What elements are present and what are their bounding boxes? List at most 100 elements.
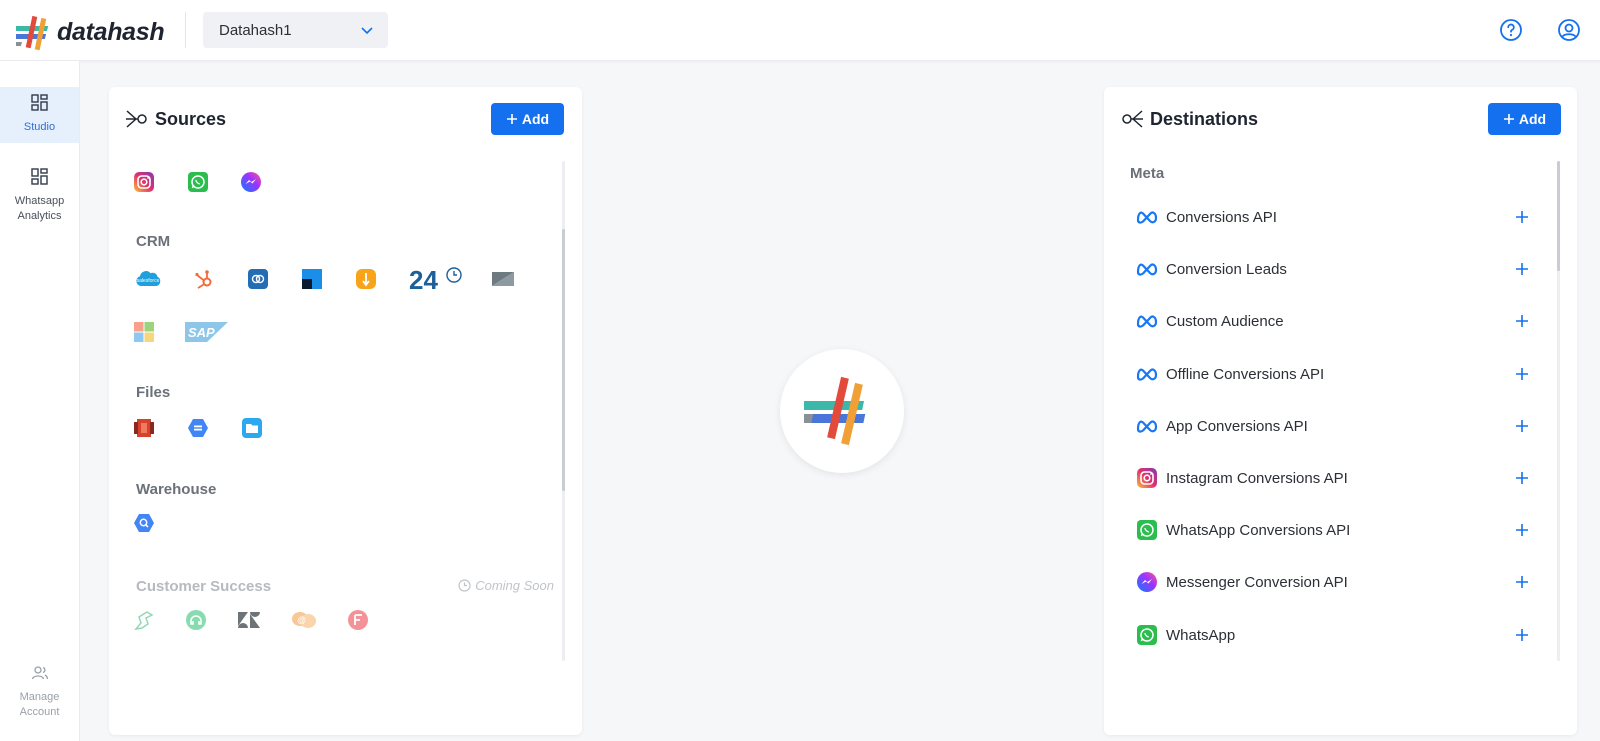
- add-source-label: Add: [521, 111, 550, 127]
- nav-manage-account-label: Manage Account: [19, 691, 60, 718]
- destination-label: Conversions API: [1166, 208, 1277, 226]
- chevron-down-icon: [361, 27, 373, 35]
- destinations-header: Destinations: [1120, 107, 1258, 131]
- add-destination-plus-icon[interactable]: [1513, 521, 1531, 539]
- files-heading: Files: [136, 384, 171, 401]
- destination-item[interactable]: Conversions API: [1136, 199, 1536, 235]
- top-header: datahash Datahash1: [0, 0, 1600, 61]
- brand-name: datahash: [57, 17, 165, 46]
- whatsapp-source-icon[interactable]: [187, 171, 209, 193]
- destination-item[interactable]: Messenger Conversion API: [1136, 564, 1536, 600]
- hubspot-icon[interactable]: [193, 268, 215, 290]
- workspace-dropdown[interactable]: Datahash1: [203, 12, 388, 48]
- brand-logo[interactable]: datahash: [16, 12, 165, 52]
- dashboard-icon: [30, 94, 48, 111]
- zoho-crm-icon[interactable]: [247, 268, 269, 290]
- nav-manage-account[interactable]: Manage Account: [0, 665, 79, 735]
- meta-icon: [1136, 258, 1158, 280]
- dashboard-icon: [30, 168, 48, 185]
- destination-label: Offline Conversions API: [1166, 365, 1325, 383]
- nav-studio[interactable]: Studio: [0, 87, 79, 143]
- sources-icon: [126, 110, 147, 128]
- add-destination-plus-icon[interactable]: [1513, 312, 1531, 330]
- destinations-icon: [1122, 110, 1143, 128]
- left-navigation: Studio Whatsapp Analytics Manage Account: [0, 61, 80, 741]
- svg-text:24: 24: [409, 265, 438, 293]
- plus-icon: [1503, 114, 1514, 124]
- destination-item[interactable]: App Conversions API: [1136, 408, 1536, 444]
- add-destination-plus-icon[interactable]: [1513, 417, 1531, 435]
- crm-heading: CRM: [136, 233, 171, 250]
- destinations-scrollbar[interactable]: [1557, 161, 1560, 661]
- add-destination-plus-icon[interactable]: [1513, 469, 1531, 487]
- meta-icon: [1136, 363, 1158, 385]
- file-storage-icon[interactable]: [241, 417, 263, 439]
- freshsales-icon[interactable]: [301, 268, 323, 290]
- helpscout-chat-icon: @: [291, 609, 317, 631]
- meta-icon: [1136, 206, 1158, 228]
- meta-icon: [1136, 415, 1158, 437]
- messenger-source-icon[interactable]: [240, 171, 262, 193]
- add-destination-button[interactable]: Add: [1488, 103, 1561, 135]
- destination-item[interactable]: WhatsApp Conversions API: [1136, 512, 1536, 548]
- instagram-source-icon[interactable]: [133, 171, 155, 193]
- destination-label: WhatsApp Conversions API: [1166, 521, 1351, 539]
- salesforce-icon[interactable]: salesforce: [133, 268, 163, 290]
- destination-item[interactable]: Instagram Conversions API: [1136, 460, 1536, 496]
- add-destination-label: Add: [1518, 111, 1547, 127]
- destination-label: Messenger Conversion API: [1166, 573, 1348, 591]
- amazon-s3-icon[interactable]: [133, 417, 155, 439]
- svg-text:@: @: [297, 615, 306, 625]
- destination-label: Custom Audience: [1166, 312, 1284, 330]
- add-destination-plus-icon[interactable]: [1513, 208, 1531, 226]
- datahash-logo-icon: [16, 15, 49, 51]
- freshdesk-icon: [185, 609, 207, 631]
- sources-scrollbar[interactable]: [562, 161, 565, 661]
- destination-label: Instagram Conversions API: [1166, 469, 1348, 487]
- destinations-scroll-thumb[interactable]: [1557, 161, 1560, 271]
- meta-icon: [1136, 310, 1158, 332]
- svg-text:salesforce: salesforce: [137, 278, 160, 284]
- pipedrive-icon[interactable]: [355, 268, 377, 290]
- destinations-title: Destinations: [1150, 108, 1259, 129]
- nav-whatsapp-analytics[interactable]: Whatsapp Analytics: [0, 162, 79, 232]
- nav-whatsapp-analytics-label: Whatsapp Analytics: [14, 195, 65, 222]
- center-datahash-badge: [780, 349, 904, 473]
- microsoft-dynamics-icon[interactable]: [133, 321, 155, 343]
- add-source-button[interactable]: Add: [491, 103, 564, 135]
- warehouse-heading: Warehouse: [136, 481, 217, 498]
- bitrix24-icon[interactable]: 24: [409, 265, 463, 293]
- destination-item[interactable]: WhatsApp: [1136, 617, 1536, 653]
- sap-icon[interactable]: SAP: [185, 321, 229, 343]
- destination-label: WhatsApp: [1166, 626, 1236, 644]
- help-icon[interactable]: [1499, 18, 1523, 42]
- clock-icon: [458, 579, 471, 592]
- zendesk-icon: [237, 609, 261, 631]
- sources-header: Sources: [125, 107, 226, 131]
- add-destination-plus-icon[interactable]: [1513, 573, 1531, 591]
- destination-item[interactable]: Custom Audience: [1136, 303, 1536, 339]
- users-icon: [31, 666, 48, 680]
- destination-label: Conversion Leads: [1166, 260, 1287, 278]
- customer-success-heading: Customer Success: [136, 578, 272, 595]
- destination-item[interactable]: Conversion Leads: [1136, 251, 1536, 287]
- bigquery-icon[interactable]: [133, 512, 155, 534]
- destination-item[interactable]: Offline Conversions API: [1136, 356, 1536, 392]
- freshchat-icon: [347, 609, 369, 631]
- whatsapp-icon: [1136, 624, 1158, 646]
- google-cloud-storage-icon[interactable]: [187, 417, 209, 439]
- zendesk-sell-icon[interactable]: [491, 268, 515, 290]
- workspace-name: Datahash1: [219, 21, 292, 39]
- instagram-icon: [1136, 467, 1158, 489]
- add-destination-plus-icon[interactable]: [1513, 260, 1531, 278]
- add-destination-plus-icon[interactable]: [1513, 626, 1531, 644]
- coming-soon-badge: Coming Soon: [458, 578, 554, 593]
- meta-group-heading: Meta: [1130, 165, 1165, 182]
- add-destination-plus-icon[interactable]: [1513, 365, 1531, 383]
- plus-icon: [506, 114, 517, 124]
- sources-scroll-thumb[interactable]: [562, 229, 565, 491]
- account-icon[interactable]: [1557, 18, 1581, 42]
- destinations-panel: Destinations Add Meta Conversions API Con…: [1104, 87, 1577, 735]
- coming-soon-label: Coming Soon: [475, 578, 554, 593]
- svg-text:SAP: SAP: [188, 325, 215, 340]
